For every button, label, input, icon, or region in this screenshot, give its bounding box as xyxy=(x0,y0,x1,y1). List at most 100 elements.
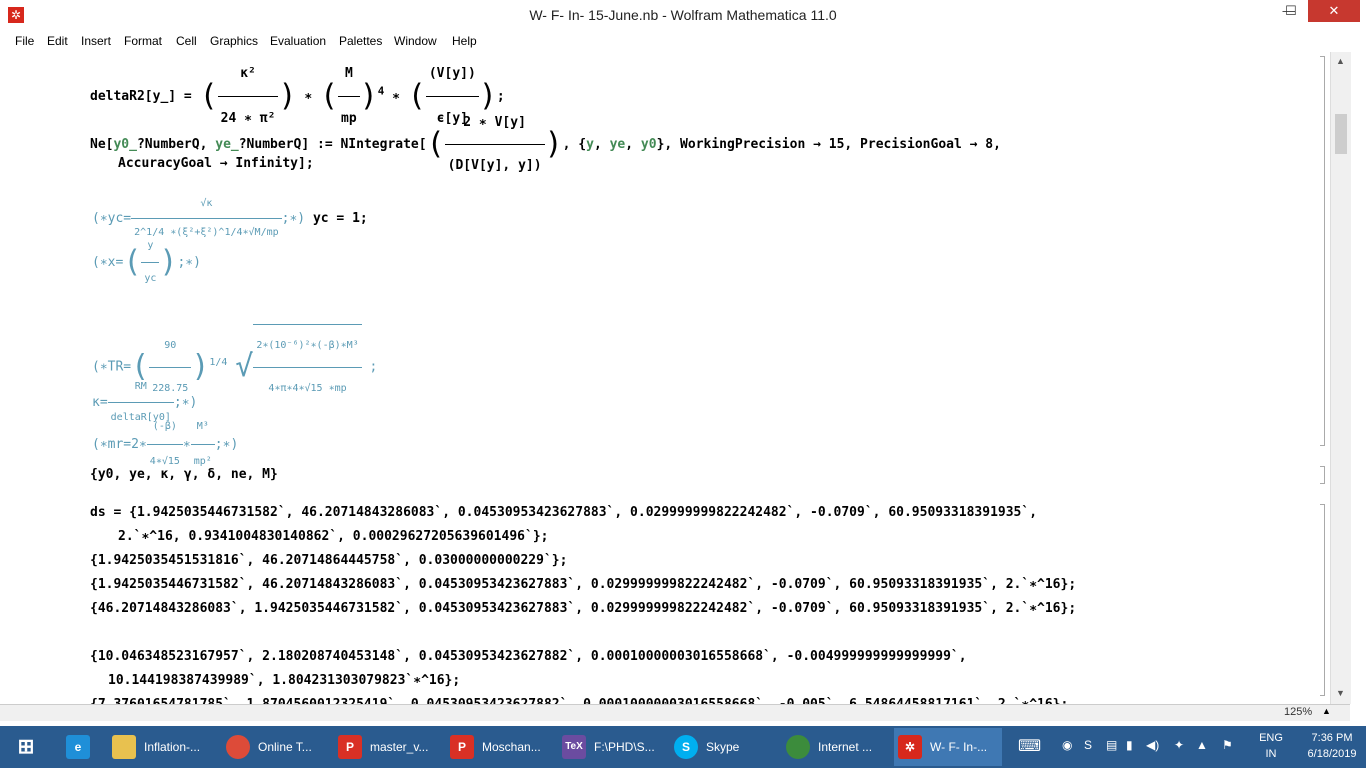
zoom-dropdown-icon[interactable]: ▲ xyxy=(1322,706,1331,716)
cell-ne-line2[interactable]: AccuracyGoal → Infinity]; xyxy=(118,152,314,176)
notebook-area[interactable]: deltaR2[y_] = (κ² 24 ∗ π²) ∗ (Mmp)4 ∗ ((V… xyxy=(0,52,1330,704)
taskbar-label: Online T... xyxy=(258,740,312,754)
menu-evaluation[interactable]: Evaluation xyxy=(270,34,326,48)
signal-icon[interactable]: ▮ xyxy=(1126,738,1133,752)
cell-kappa-comment[interactable]: κ= RM deltaR[y0] ;∗) xyxy=(92,372,197,423)
code-text: Ne[ xyxy=(90,137,114,152)
network-icon[interactable]: ▤ xyxy=(1106,738,1117,752)
cell-list-5[interactable]: {46.20714843286083`, 1.9425035446731582`… xyxy=(90,598,1076,620)
zoom-level[interactable]: 125% xyxy=(1284,706,1312,718)
taskbar-label: W- F- In-... xyxy=(930,740,988,754)
cell-list-4[interactable]: {1.9425035446731582`, 46.20714843286083`… xyxy=(90,574,1076,596)
fraction-numerator: (V[y]) xyxy=(425,52,479,97)
fraction-numerator: 90 xyxy=(149,325,192,368)
menu-format[interactable]: Format xyxy=(124,34,162,48)
cell-yc[interactable]: (∗yc= √κ 2^1/4 ∗(ξ²+ξ²)^1/4∗√M/mp ;∗) yc = … xyxy=(92,190,368,238)
taskbar-label: Moschan... xyxy=(482,740,541,754)
menu-bar: File Edit Insert Format Cell Graphics Ev… xyxy=(0,32,1366,52)
taskbar-item-tex[interactable]: TeX F:\PHD\S... xyxy=(558,728,666,766)
fraction-numerator: 2∗(10⁻⁶)²∗(-β)∗M³ xyxy=(253,325,362,368)
fraction-numerator: 2 ∗ V[y] xyxy=(444,102,545,145)
cell-bracket[interactable] xyxy=(1320,466,1325,484)
scroll-thumb[interactable] xyxy=(1335,114,1347,154)
tray-icon[interactable]: ✦ xyxy=(1174,738,1184,752)
menu-insert[interactable]: Insert xyxy=(81,34,111,48)
cell-list-3[interactable]: {1.9425035451531816`, 46.20714864445758`… xyxy=(90,550,567,572)
code-text: ?NumberQ] := NIntegrate[ xyxy=(238,137,427,152)
fraction-numerator: M³ xyxy=(190,410,215,445)
keyboard-icon[interactable]: ⌨ xyxy=(1018,736,1041,756)
vertical-scrollbar[interactable]: ▲ ▼ xyxy=(1330,52,1351,704)
chrome-icon xyxy=(226,735,250,759)
scroll-up-icon[interactable]: ▲ xyxy=(1336,56,1345,66)
lang-code: ENG xyxy=(1259,732,1283,744)
skype-tray-icon[interactable]: S xyxy=(1084,738,1092,752)
window-title: W- F- In- 15-June.nb - Wolfram Mathemati… xyxy=(529,7,837,23)
cell-mr-comment[interactable]: (∗mr=2∗ (-β) 4∗√15 ∗ M³ mp² ;∗) xyxy=(92,410,238,467)
taskbar-item-chrome[interactable]: Online T... xyxy=(222,728,330,766)
taskbar-label: master_v... xyxy=(370,740,429,754)
menu-window[interactable]: Window xyxy=(394,34,437,48)
clock[interactable]: 7:36 PM 6/18/2019 xyxy=(1300,730,1364,762)
cell-x-comment[interactable]: (∗x=(y yc);∗) xyxy=(92,230,201,284)
clock-date: 6/18/2019 xyxy=(1307,748,1357,760)
menu-cell[interactable]: Cell xyxy=(176,34,197,48)
fraction-numerator: RM xyxy=(107,372,174,403)
cell-ne-line1[interactable]: Ne[y0_?NumberQ, ye_?NumberQ] := NIntegra… xyxy=(90,102,1001,173)
cell-ds-line1[interactable]: ds = {1.9425035446731582`, 46.2071484328… xyxy=(90,502,1037,524)
cell-tr-comment[interactable]: (∗TR=(90 228.75)1/4 √ 2∗(10⁻⁶)²∗(-β)∗M³ 4∗π… xyxy=(92,324,377,394)
fraction-numerator: y xyxy=(141,230,160,263)
cell-list-6b[interactable]: 10.144198387439989`, 1.804231303079823`∗… xyxy=(108,670,460,692)
fraction-denominator: yc xyxy=(144,273,157,284)
taskbar-item-master[interactable]: P master_v... xyxy=(334,728,442,766)
menu-help[interactable]: Help xyxy=(452,34,477,48)
code-text: yc = 1; xyxy=(312,211,368,226)
flag-icon[interactable]: ⚑ xyxy=(1222,738,1233,752)
taskbar-item-skype[interactable]: S Skype xyxy=(670,728,778,766)
windows-icon: ⊞ xyxy=(17,736,35,758)
menu-edit[interactable]: Edit xyxy=(47,34,68,48)
close-button[interactable]: ✕ xyxy=(1308,0,1360,22)
volume-icon[interactable]: ◀) xyxy=(1146,738,1159,752)
comment-text: ;∗) xyxy=(214,437,239,452)
taskbar-item-internet[interactable]: Internet ... xyxy=(782,728,890,766)
comment-text: ;∗) xyxy=(177,255,201,270)
fraction-denominator: (D[V[y], y]) xyxy=(447,158,542,173)
maximize-button[interactable]: ☐ xyxy=(1274,0,1308,22)
comment-text: ;∗) xyxy=(173,395,198,410)
start-button[interactable]: ⊞ xyxy=(2,728,50,766)
cell-list-6a[interactable]: {10.046348523167957`, 2.180208740453148`… xyxy=(90,646,967,668)
comment-text: κ= xyxy=(92,395,108,410)
title-bar: ✲ W- F- In- 15-June.nb - Wolfram Mathema… xyxy=(0,0,1366,33)
cell-vars[interactable]: {y0, ye, κ, γ, δ, ne, M} xyxy=(90,464,278,486)
language-indicator[interactable]: ENG IN xyxy=(1256,730,1286,762)
cell-list-7[interactable]: {7.37601654781785`, 1.8704560012325419`,… xyxy=(90,694,1068,704)
taskbar-ie[interactable]: e xyxy=(54,728,104,766)
pdf-icon: P xyxy=(338,735,362,759)
cell-ds-line2[interactable]: 2.`∗^16, 0.9341004830140862`, 0.00029627… xyxy=(118,526,548,548)
code-text: ; xyxy=(369,359,378,375)
exponent: 4 xyxy=(377,84,385,98)
menu-graphics[interactable]: Graphics xyxy=(210,34,258,48)
scroll-down-icon[interactable]: ▼ xyxy=(1336,688,1345,698)
code-text: , xyxy=(593,137,610,152)
menu-palettes[interactable]: Palettes xyxy=(339,34,382,48)
cell-deltaR2[interactable]: deltaR2[y_] = (κ² 24 ∗ π²) ∗ (Mmp)4 ∗ ((V… xyxy=(90,52,505,126)
cell-bracket[interactable] xyxy=(1320,56,1325,446)
pdf-icon: P xyxy=(450,735,474,759)
taskbar-item-moschan[interactable]: P Moschan... xyxy=(446,728,554,766)
arrow-icon[interactable]: ◉ xyxy=(1062,738,1072,752)
menu-file[interactable]: File xyxy=(15,34,34,48)
taskbar-label: F:\PHD\S... xyxy=(594,740,655,754)
folder-icon xyxy=(112,735,136,759)
comment-text: ∗ xyxy=(182,437,191,452)
code-text: , xyxy=(625,137,641,152)
taskbar-item-inflation[interactable]: Inflation-... xyxy=(108,728,218,766)
skype-icon: S xyxy=(674,735,698,759)
fraction-numerator: √κ xyxy=(131,190,282,219)
code-text: }, WorkingPrecision → 15, PrecisionGoal … xyxy=(656,137,1001,152)
fraction-numerator: κ² xyxy=(217,52,279,97)
cell-bracket[interactable] xyxy=(1320,504,1325,696)
taskbar-item-mathematica[interactable]: ✲ W- F- In-... xyxy=(894,728,1002,766)
tray-icon[interactable]: ▲ xyxy=(1196,738,1208,752)
